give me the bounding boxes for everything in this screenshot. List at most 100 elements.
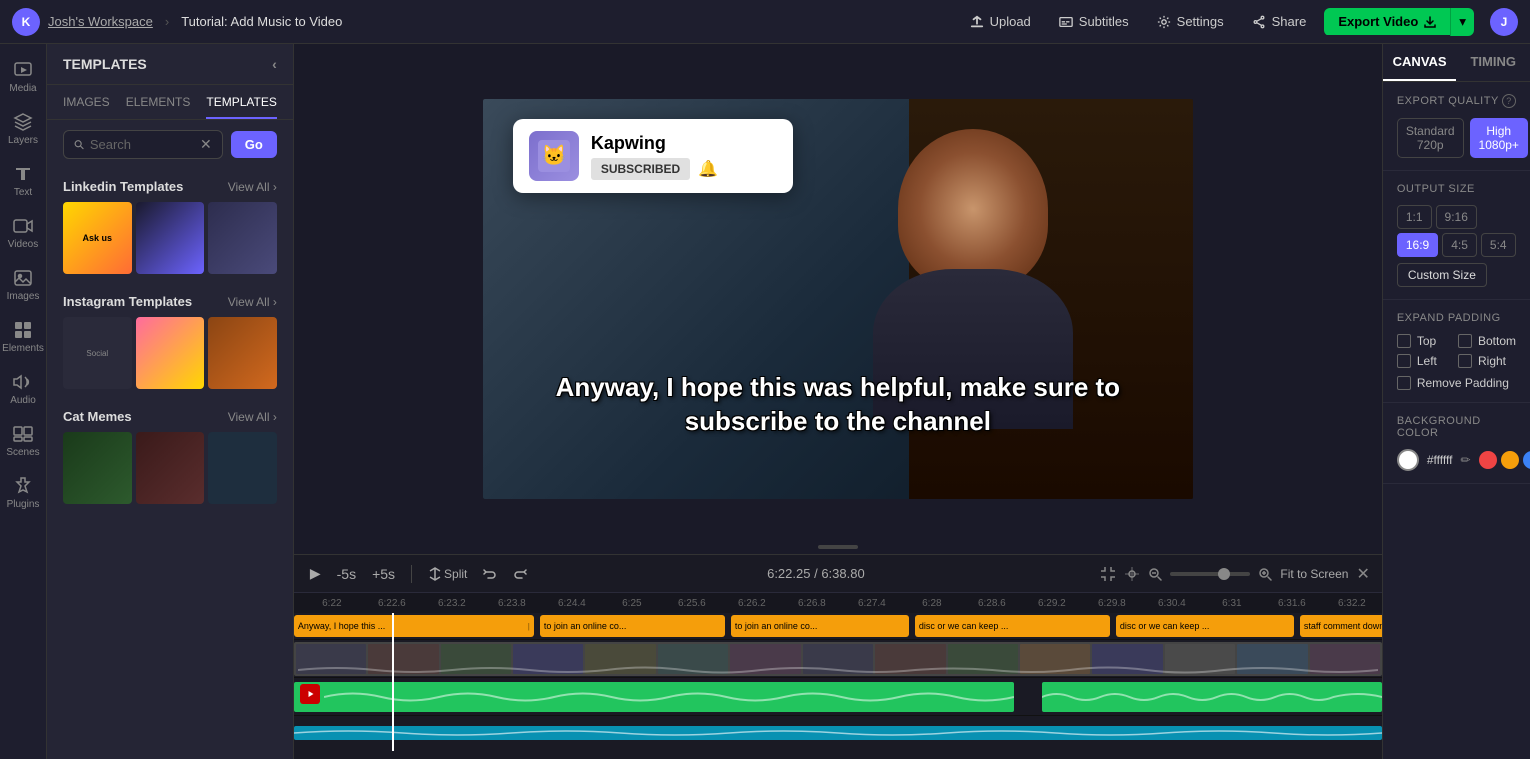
sidebar-item-text[interactable]: Text [0, 156, 46, 206]
sidebar-item-videos[interactable]: Videos [0, 208, 46, 258]
export-quality-title: EXPORT QUALITY ? [1397, 94, 1516, 108]
size-4-5-button[interactable]: 4:5 [1442, 233, 1477, 257]
high-1080p-button[interactable]: High 1080p+ [1470, 118, 1528, 158]
zoom-slider[interactable] [1170, 572, 1250, 576]
linkedin-section-title: Linkedin Templates [63, 179, 183, 194]
subtitle-seg-1[interactable]: to join an online co... [540, 615, 725, 637]
size-5-4-button[interactable]: 5:4 [1481, 233, 1516, 257]
user-avatar[interactable]: J [1490, 8, 1518, 36]
subtitle-seg-3[interactable]: disc or we can keep ... [915, 615, 1110, 637]
go-button[interactable]: Go [231, 131, 277, 158]
bell-icon[interactable]: 🔔 [698, 159, 718, 179]
split-button[interactable]: Split [424, 563, 471, 585]
linkedin-template-3[interactable] [208, 202, 277, 274]
subtitle-track[interactable]: Anyway, I hope this ... | to join an onl… [294, 613, 1382, 639]
workspace-link[interactable]: Josh's Workspace [48, 14, 153, 29]
subscribe-notification: 🐱 Kapwing SUBSCRIBED 🔔 [513, 119, 793, 193]
subtitle-seg-0[interactable]: Anyway, I hope this ... | [294, 615, 534, 637]
cat-meme-template-1[interactable] [63, 432, 132, 504]
padding-left[interactable]: Left [1397, 354, 1452, 368]
sidebar-item-images[interactable]: Images [0, 260, 46, 310]
audio-seg-1 [294, 682, 1014, 712]
subtitle-seg-2[interactable]: to join an online co... [731, 615, 909, 637]
undo-icon [483, 567, 497, 581]
color-preset-blue[interactable] [1523, 451, 1530, 469]
tab-elements[interactable]: ELEMENTS [126, 95, 191, 119]
padding-top-checkbox[interactable] [1397, 334, 1411, 348]
upload-button[interactable]: Upload [960, 10, 1041, 33]
subscribed-button[interactable]: SUBSCRIBED [591, 158, 690, 180]
remove-padding-checkbox[interactable] [1397, 376, 1411, 390]
music-track[interactable] [294, 715, 1382, 751]
remove-padding[interactable]: Remove Padding [1397, 376, 1516, 390]
padding-right[interactable]: Right [1458, 354, 1516, 368]
color-preset-red[interactable] [1479, 451, 1497, 469]
ruler-mark-7: 6:26.2 [722, 598, 782, 609]
video-track[interactable] [294, 639, 1382, 677]
fit-screen-button[interactable]: Fit to Screen [1280, 567, 1348, 581]
size-9-16-button[interactable]: 9:16 [1436, 205, 1477, 229]
subtitle-seg-5[interactable]: staff comment down below.! [1300, 615, 1382, 637]
instagram-template-3[interactable] [208, 317, 277, 389]
sidebar-item-elements[interactable]: Elements [0, 312, 46, 362]
linkedin-template-1[interactable]: Ask us [63, 202, 132, 274]
standard-720p-button[interactable]: Standard 720p [1397, 118, 1464, 158]
instagram-template-1[interactable]: Social [63, 317, 132, 389]
padding-top[interactable]: Top [1397, 334, 1452, 348]
subtitle-seg-4[interactable]: disc or we can keep ... [1116, 615, 1294, 637]
sidebar-item-plugins[interactable]: Plugins [0, 468, 46, 518]
sidebar-item-media[interactable]: Media [0, 52, 46, 102]
export-dropdown-button[interactable]: ▾ [1450, 8, 1474, 36]
export-main-button[interactable]: Export Video [1324, 8, 1450, 35]
padding-bottom-checkbox[interactable] [1458, 334, 1472, 348]
color-swatch-white[interactable] [1397, 449, 1419, 471]
linkedin-view-all[interactable]: View All › [228, 180, 277, 194]
video-waveform [294, 664, 1382, 676]
cat-memes-view-all[interactable]: View All › [228, 410, 277, 424]
minus5-button[interactable]: -5s [333, 562, 360, 586]
tab-canvas[interactable]: CANVAS [1383, 44, 1457, 81]
subtitles-button[interactable]: Subtitles [1049, 10, 1139, 33]
share-button[interactable]: Share [1242, 10, 1317, 33]
settings-button[interactable]: Settings [1147, 10, 1234, 33]
plus5-button[interactable]: +5s [368, 562, 399, 586]
sidebar-item-scenes[interactable]: Scenes [0, 416, 46, 466]
tab-templates[interactable]: TEMPLATES [206, 95, 276, 119]
padding-right-checkbox[interactable] [1458, 354, 1472, 368]
instagram-template-2[interactable] [136, 317, 205, 389]
ruler-mark-9: 6:27.4 [842, 598, 902, 609]
ruler-mark-11: 6:28.6 [962, 598, 1022, 609]
cat-meme-template-3[interactable] [208, 432, 277, 504]
yt-icon [300, 684, 320, 704]
color-preset-orange[interactable] [1501, 451, 1519, 469]
timeline-close-button[interactable]: ✕ [1356, 564, 1369, 584]
search-clear-button[interactable]: ✕ [200, 136, 212, 153]
templates-scroll: Linkedin Templates View All › Ask us [47, 169, 293, 759]
search-input[interactable] [90, 137, 194, 152]
sidebar-item-layers[interactable]: Layers [0, 104, 46, 154]
play-button[interactable]: ▶ [306, 561, 325, 586]
search-input-wrap: ✕ [63, 130, 223, 159]
export-quality-info[interactable]: ? [1502, 94, 1516, 108]
cat-meme-template-2[interactable] [136, 432, 205, 504]
zoom-slider-area [1170, 572, 1250, 576]
color-edit-icon[interactable]: ✏ [1460, 453, 1470, 467]
sidebar-item-audio[interactable]: Audio [0, 364, 46, 414]
tab-images[interactable]: IMAGES [63, 95, 110, 119]
left-panel: TEMPLATES ‹ IMAGES ELEMENTS TEMPLATES ✕ … [47, 44, 294, 759]
size-16-9-button[interactable]: 16:9 [1397, 233, 1438, 257]
audio-gap [1018, 682, 1038, 712]
audio-track[interactable] [294, 677, 1382, 715]
undo-button[interactable] [479, 563, 501, 585]
padding-left-checkbox[interactable] [1397, 354, 1411, 368]
padding-bottom[interactable]: Bottom [1458, 334, 1516, 348]
tab-timing[interactable]: TIMING [1456, 44, 1530, 81]
instagram-view-all[interactable]: View All › [228, 295, 277, 309]
search-row: ✕ Go [47, 120, 293, 169]
collapse-panel-button[interactable]: ‹ [272, 56, 277, 72]
linkedin-template-2[interactable] [136, 202, 205, 274]
redo-button[interactable] [509, 563, 531, 585]
size-1-1-button[interactable]: 1:1 [1397, 205, 1432, 229]
custom-size-button[interactable]: Custom Size [1397, 263, 1487, 287]
canvas-resize-handle[interactable] [818, 545, 858, 549]
